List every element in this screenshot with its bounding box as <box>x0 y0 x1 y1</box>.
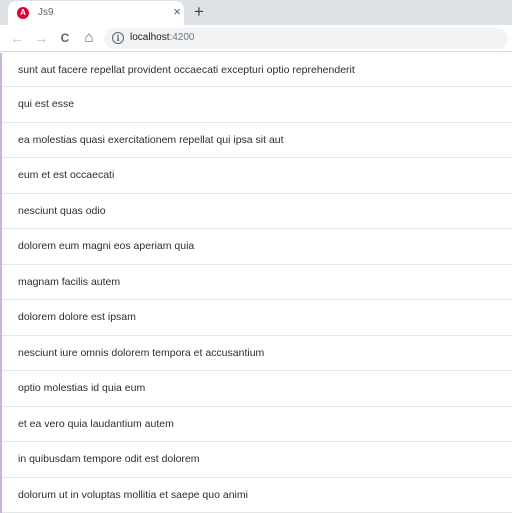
url-host: localhost <box>130 32 170 43</box>
page-viewport: sunt aut facere repellat provident occae… <box>0 53 512 513</box>
list-item[interactable]: dolorum ut in voluptas mollitia et saepe… <box>2 478 512 513</box>
address-bar[interactable]: i localhost:4200 <box>104 28 508 49</box>
list-item[interactable]: ea molestias quasi exercitationem repell… <box>2 123 512 158</box>
list-item[interactable]: dolorem dolore est ipsam <box>2 300 512 336</box>
back-button[interactable]: ← <box>8 28 26 48</box>
url-text[interactable]: localhost:4200 <box>130 32 195 43</box>
browser-window: A Js9 × + ← → C ⌂ i localhost:4200 sunt … <box>0 0 512 513</box>
home-button[interactable]: ⌂ <box>80 28 98 48</box>
list-item[interactable]: nesciunt quas odio <box>2 194 512 229</box>
list-item[interactable]: nesciunt iure omnis dolorem tempora et a… <box>2 336 512 371</box>
tab-title: Js9 <box>38 7 54 18</box>
reload-button[interactable]: C <box>56 28 74 48</box>
url-port: :4200 <box>169 32 195 43</box>
browser-toolbar: ← → C ⌂ i localhost:4200 <box>0 25 512 52</box>
list-item[interactable]: qui est esse <box>2 87 512 123</box>
list-item[interactable]: dolorem eum magni eos aperiam quia <box>2 229 512 265</box>
tab-strip: A Js9 × + <box>0 0 512 25</box>
close-tab-icon[interactable]: × <box>170 4 184 20</box>
forward-button[interactable]: → <box>32 28 50 48</box>
tab-active[interactable]: A Js9 × <box>8 1 184 25</box>
post-list: sunt aut facere repellat provident occae… <box>2 53 512 513</box>
list-item[interactable]: magnam facilis autem <box>2 265 512 300</box>
info-icon[interactable]: i <box>112 32 124 44</box>
angular-favicon-icon: A <box>17 7 29 19</box>
list-item[interactable]: et ea vero quia laudantium autem <box>2 407 512 442</box>
new-tab-button[interactable]: + <box>190 1 208 23</box>
list-item[interactable]: eum et est occaecati <box>2 158 512 194</box>
list-item[interactable]: sunt aut facere repellat provident occae… <box>2 53 512 87</box>
list-item[interactable]: in quibusdam tempore odit est dolorem <box>2 442 512 478</box>
list-item[interactable]: optio molestias id quia eum <box>2 371 512 407</box>
